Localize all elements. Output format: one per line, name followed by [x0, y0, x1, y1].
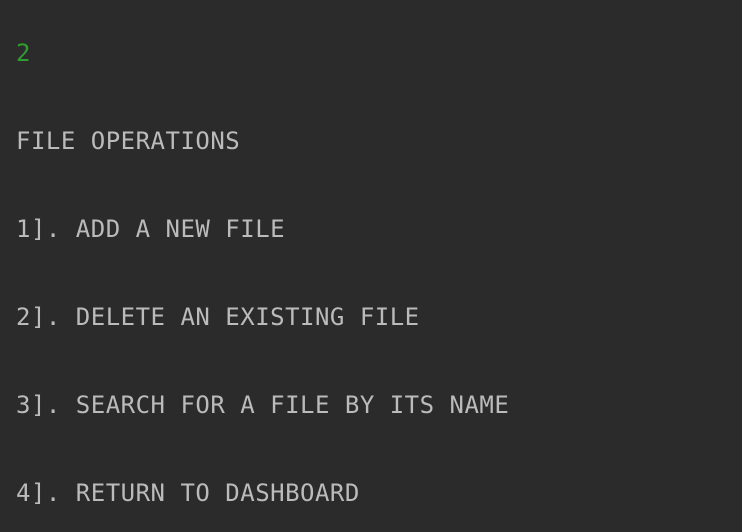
- menu-option-delete-file: 2]. DELETE AN EXISTING FILE: [16, 303, 420, 331]
- menu-option-add-file: 1]. ADD A NEW FILE: [16, 215, 286, 243]
- menu-option-search-file: 3]. SEARCH FOR A FILE BY ITS NAME: [16, 391, 510, 419]
- console-output[interactable]: 2 FILE OPERATIONS 1]. ADD A NEW FILE 2].…: [0, 0, 742, 532]
- menu-title: FILE OPERATIONS: [16, 127, 241, 155]
- user-input-echo: 2: [16, 39, 31, 67]
- menu-option-return-dashboard: 4]. RETURN TO DASHBOARD: [16, 479, 360, 507]
